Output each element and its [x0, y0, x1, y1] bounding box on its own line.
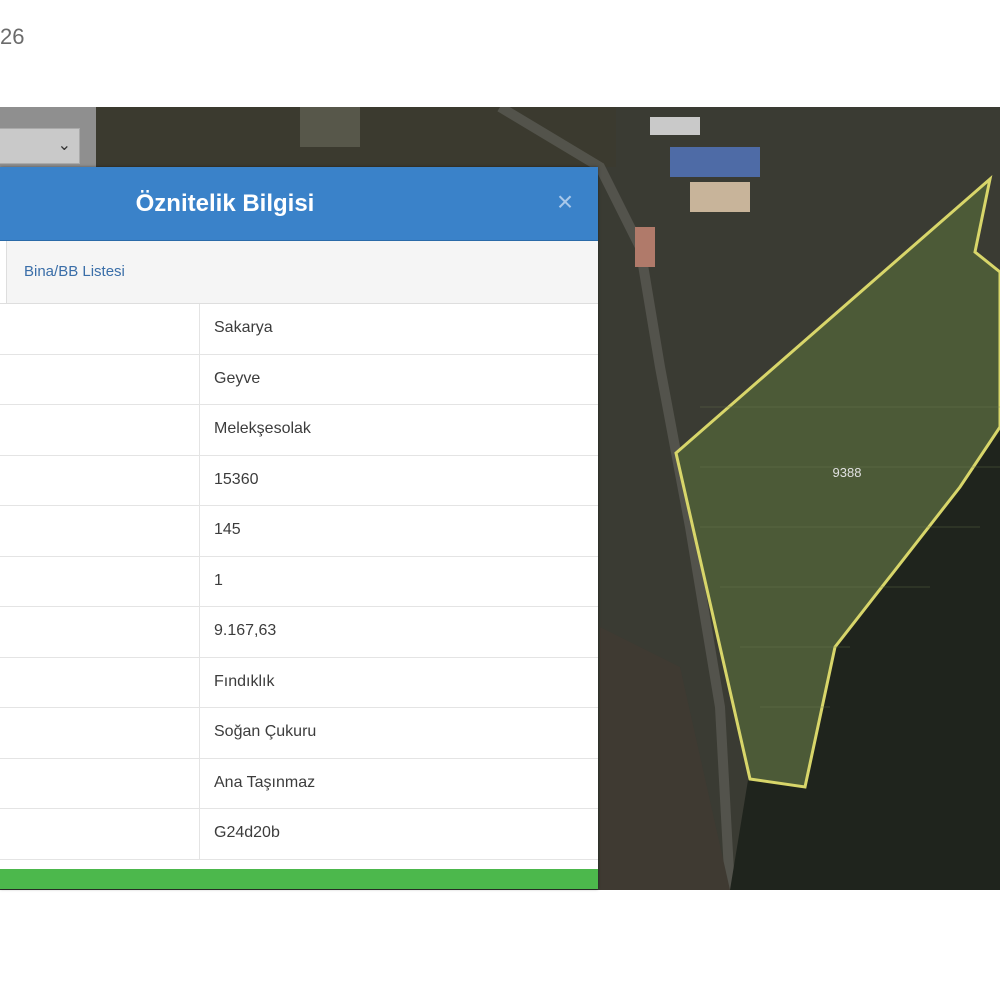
key-cell	[0, 354, 200, 404]
dialog-footer-bar	[0, 869, 598, 889]
key-cell	[0, 758, 200, 808]
value-cell: 15360	[214, 470, 259, 488]
table-row: Sakarya	[0, 304, 598, 355]
key-cell	[0, 556, 200, 606]
value-cell: Geyve	[214, 369, 261, 387]
dialog-title: Öznitelik Bilgisi	[135, 190, 315, 217]
table-row: Geyve	[0, 354, 598, 405]
key-cell	[0, 304, 200, 354]
table-row: G24d20b	[0, 809, 598, 860]
key-cell	[0, 607, 200, 657]
value-cell: Soğan Çukuru	[214, 723, 317, 740]
dialog-header: Öznitelik Bilgisi ×	[0, 167, 598, 241]
close-icon[interactable]: ×	[552, 188, 578, 216]
table-row: Ana Taşınmaz	[0, 758, 598, 809]
table-row: 1	[0, 556, 598, 607]
key-cell	[0, 809, 200, 859]
table-row: 145	[0, 506, 598, 557]
value-cell: 145	[214, 521, 241, 538]
table-row: Soğan Çukuru	[0, 708, 598, 759]
value-cell: Melekşesolak	[214, 420, 311, 437]
value-cell: 9.167,63	[214, 622, 277, 639]
tab-building-list[interactable]: Bina/BB Listesi	[24, 241, 125, 303]
key-cell	[0, 657, 200, 707]
table-row: 9.167,63	[0, 607, 598, 658]
value-cell: 1	[214, 571, 223, 589]
parcel-label: 9388	[833, 465, 862, 480]
key-cell	[0, 405, 200, 455]
key-cell	[0, 506, 200, 556]
value-cell: Fındıklık	[214, 672, 275, 690]
value-cell: Ana Taşınmaz	[214, 773, 316, 791]
key-cell	[0, 708, 200, 758]
tab-active-stub[interactable]	[0, 241, 7, 303]
page-number-fragment: 26	[0, 24, 25, 49]
attribute-table: Sakarya Geyve Melekşesolak 15360 145 1 9…	[0, 304, 598, 860]
table-row: 15360	[0, 455, 598, 506]
tab-bar: Bina/BB Listesi	[0, 241, 598, 304]
table-row: Fındıklık	[0, 657, 598, 708]
chevron-down-icon: ⌄	[57, 137, 71, 154]
layer-select[interactable]: ⌄	[0, 128, 80, 164]
attribute-info-dialog: Öznitelik Bilgisi × Bina/BB Listesi Saka…	[0, 167, 598, 889]
table-row: Melekşesolak	[0, 405, 598, 456]
key-cell	[0, 455, 200, 505]
value-cell: G24d20b	[214, 824, 280, 841]
value-cell: Sakarya	[214, 319, 273, 336]
